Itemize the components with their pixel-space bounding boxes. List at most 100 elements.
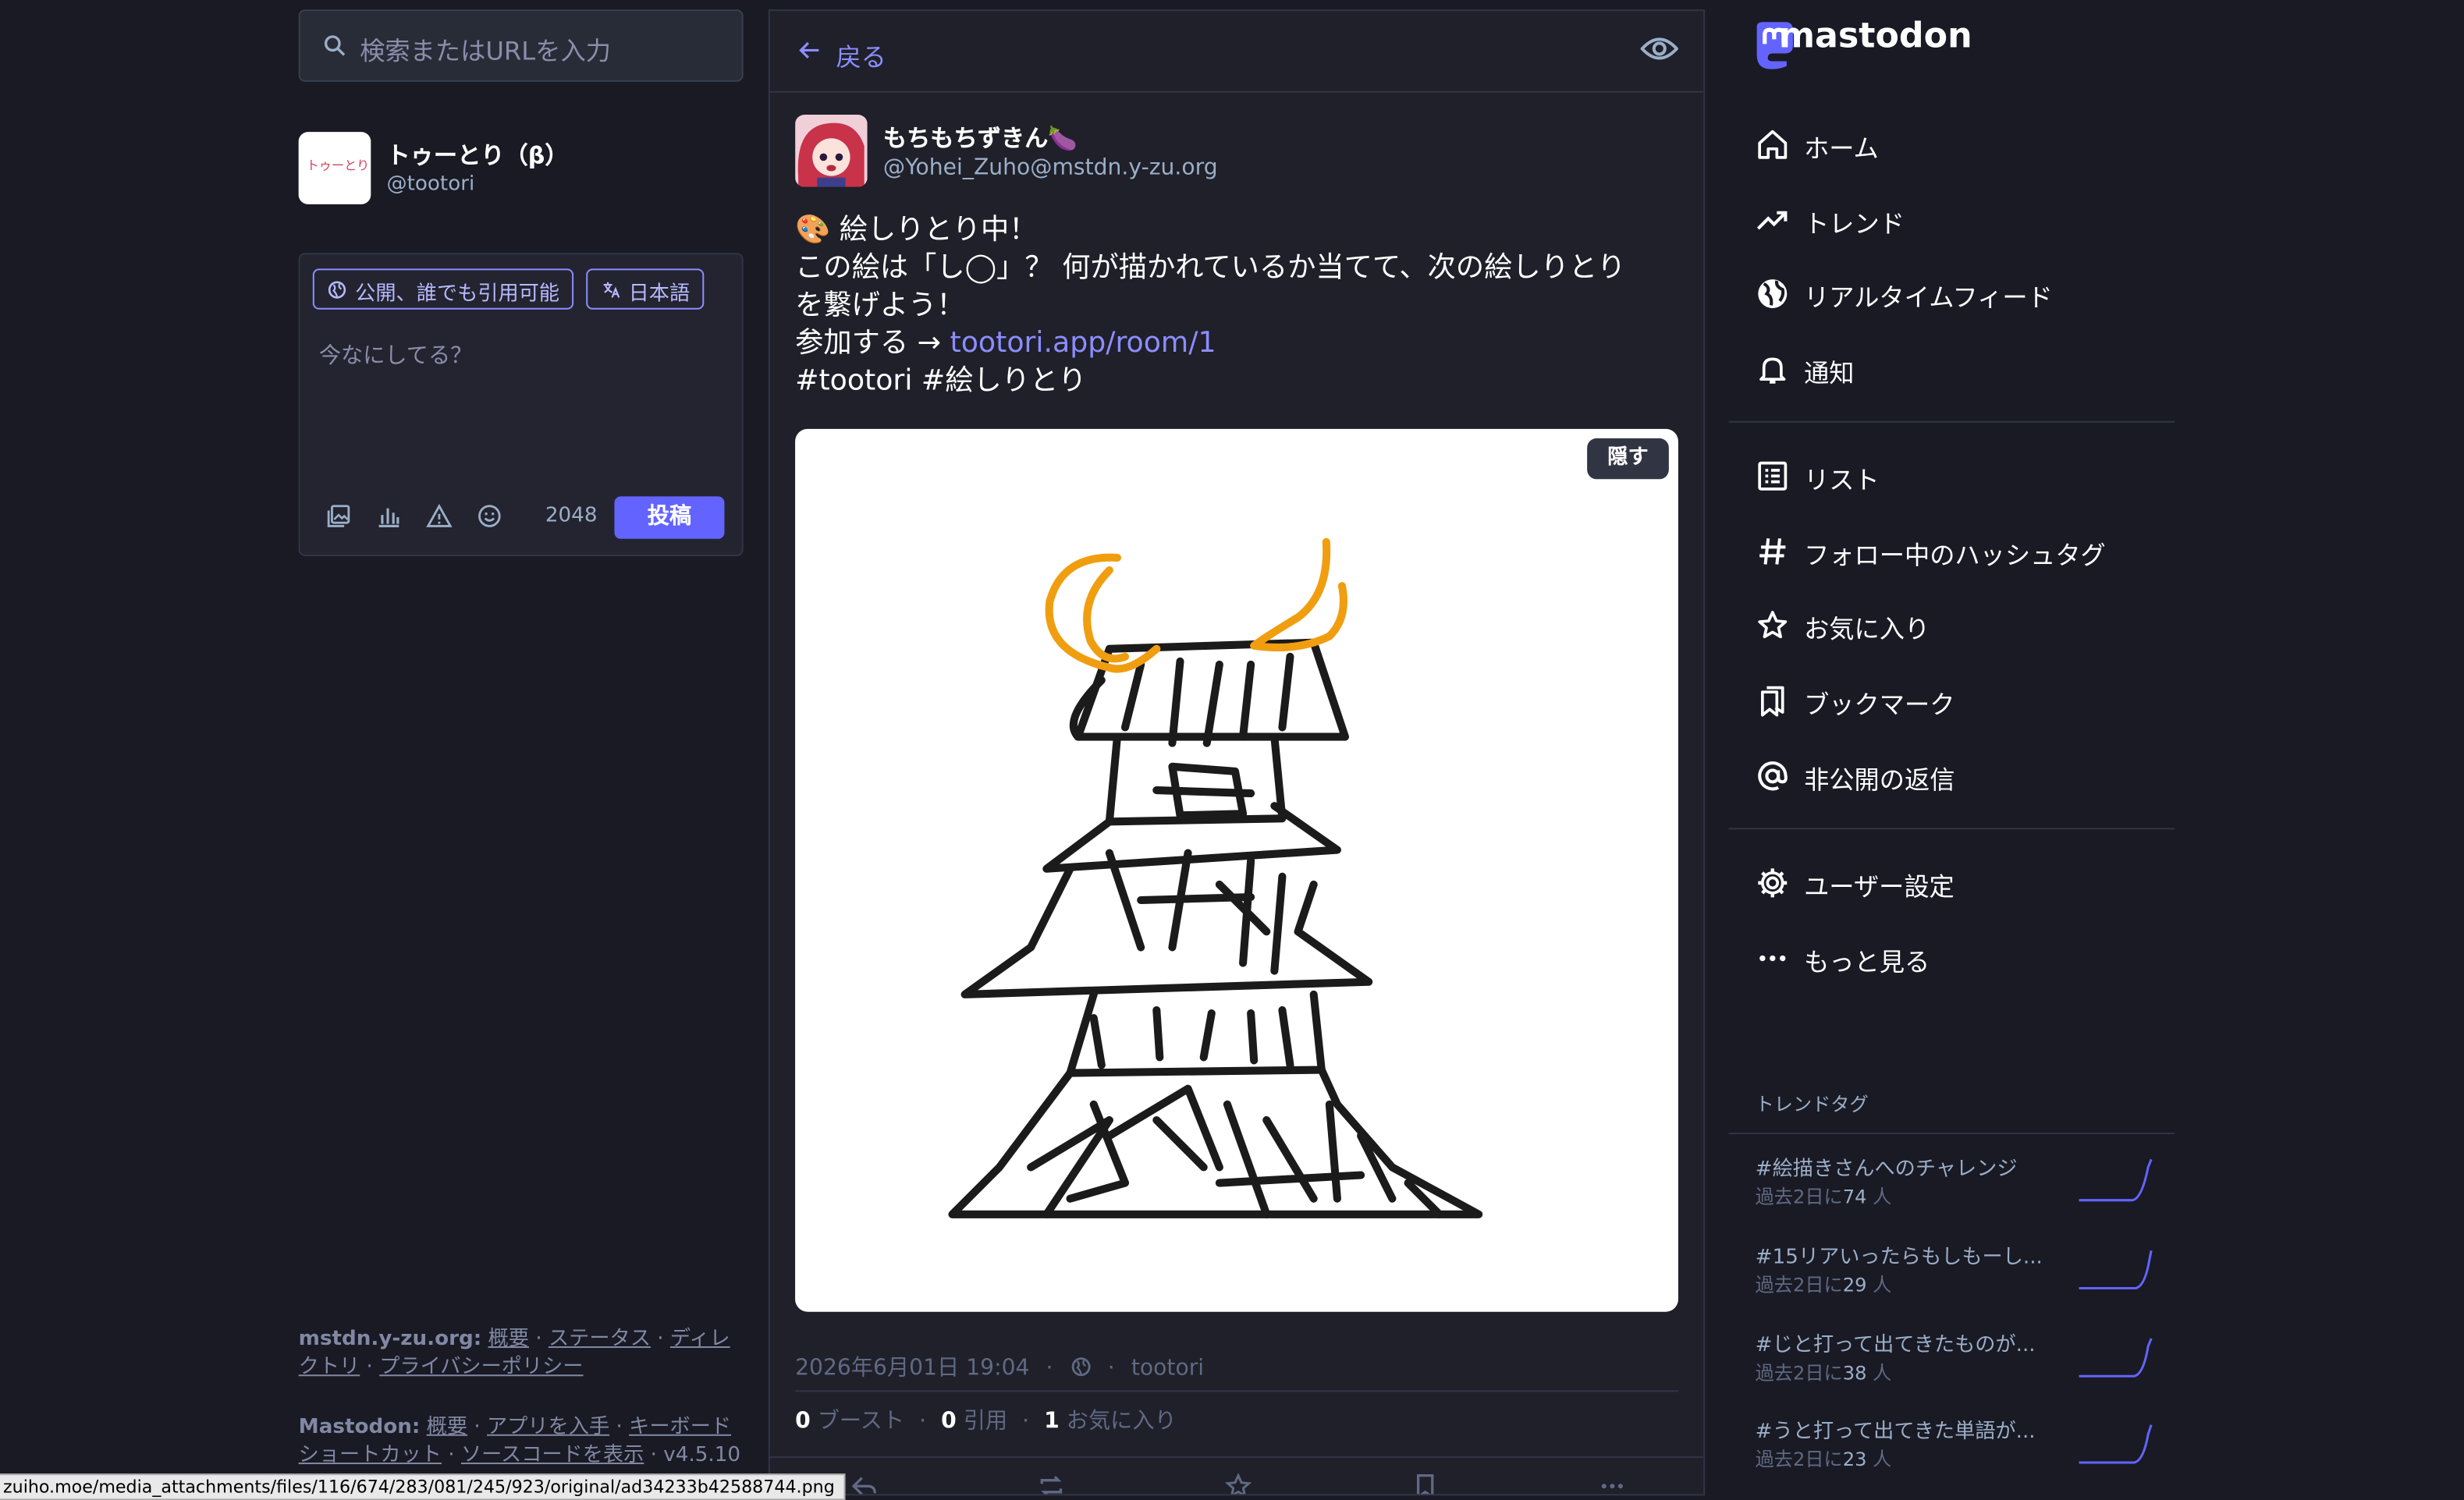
trend-sparkline	[2079, 1250, 2153, 1289]
server-status-link[interactable]: ステータス	[549, 1328, 651, 1351]
emoji-icon[interactable]	[476, 502, 502, 529]
trending-tag-name[interactable]: #うと打って出てきた単語が...	[1756, 1414, 2036, 1444]
author-handle[interactable]: @Yohei_Zuho@mstdn.y-zu.org	[883, 155, 1218, 180]
language-button[interactable]: 日本語	[586, 268, 705, 310]
star-icon[interactable]	[1223, 1472, 1254, 1495]
hashtag-line[interactable]: #tootori #絵しりとり	[795, 363, 1675, 400]
image-attach-icon[interactable]	[325, 502, 352, 529]
brand-wordmark[interactable]: mastodon	[1779, 17, 1972, 56]
nav-label: 非公開の返信	[1804, 764, 1955, 796]
hide-media-button[interactable]: 隠す	[1587, 438, 1669, 480]
author-display-name[interactable]: もちもちずきん🍆	[883, 121, 1078, 154]
boost-icon[interactable]	[1035, 1472, 1067, 1495]
trending-tag-item[interactable]: #じと打って出てきたものが... 過去2日に38 人	[1756, 1328, 2164, 1406]
author-avatar-image	[795, 115, 868, 187]
visibility-label: 公開、誰でも引用可能	[355, 282, 560, 307]
compose-form: 公開、誰でも引用可能 日本語 今なにしてる？ 2048 投稿	[298, 253, 744, 556]
content-line: この絵は「し◯」？ 何が描かれているか当てて、次の絵しりとり	[795, 251, 1626, 285]
divider	[1728, 828, 2175, 830]
account-avatar[interactable]: トゥーとり	[298, 132, 371, 204]
globe-icon	[328, 281, 346, 299]
mastodon-footer: Mastodon: 概要 · アプリを入手 · キーボードショートカット · ソ…	[298, 1415, 741, 1468]
trending-icon	[1756, 211, 1788, 230]
bookmark-icon[interactable]	[1410, 1472, 1441, 1495]
nav-label: ブックマーク	[1804, 690, 1955, 720]
source-code-link[interactable]: ソースコードを表示	[461, 1444, 644, 1467]
room-link[interactable]: tootori.app/room/1	[950, 327, 1216, 360]
trending-tag-usage: 過去2日に23 人	[1755, 1448, 1892, 1471]
nav-label: 通知	[1804, 358, 1855, 388]
arrow-left-icon[interactable]	[795, 37, 823, 62]
trending-tag-usage: 過去2日に29 人	[1755, 1274, 1892, 1296]
trending-tag-name[interactable]: #じと打って出てきたものが...	[1756, 1328, 2036, 1357]
boost-label[interactable]: ブースト	[818, 1410, 904, 1434]
author-avatar[interactable]	[795, 115, 868, 187]
compose-textarea[interactable]: 今なにしてる？	[319, 339, 473, 371]
trending-tag-name[interactable]: #絵描きさんへのチャレンジ	[1756, 1151, 2018, 1181]
join-prefix: 参加する →	[795, 326, 950, 360]
status-app[interactable]: tootori	[1131, 1356, 1204, 1381]
nav-preferences[interactable]: ユーザー設定	[1756, 860, 2164, 906]
mastodon-about-link[interactable]: 概要	[427, 1416, 467, 1439]
bookmark-icon	[1761, 686, 1784, 717]
trending-tag-name[interactable]: #15リアいったらもしもーし...	[1756, 1239, 2043, 1269]
nav-lists[interactable]: リスト	[1756, 452, 2164, 499]
nav-private-mentions[interactable]: 非公開の返信	[1756, 753, 2164, 800]
nav-more[interactable]: もっと見る	[1756, 934, 2164, 981]
hashtag-icon	[1759, 538, 1786, 565]
gear-icon	[1758, 868, 1788, 898]
trending-tag-item[interactable]: #15リアいったらもしもーし... 過去2日に29 人	[1756, 1239, 2164, 1318]
column-header: 戻る	[769, 11, 1704, 93]
nav-label: トレンド	[1804, 208, 1905, 239]
nav-label: ホーム	[1804, 133, 1879, 164]
back-button[interactable]: 戻る	[836, 36, 886, 73]
language-label: 日本語	[628, 282, 691, 307]
nav-favourites[interactable]: お気に入り	[1756, 601, 2164, 648]
trending-tags-heading: トレンドタグ	[1755, 1093, 1869, 1115]
list-icon	[1758, 461, 1788, 491]
quote-count: 0	[941, 1409, 957, 1434]
content-warning-icon[interactable]	[426, 502, 453, 529]
drawing-image	[948, 537, 1483, 1218]
trending-tag-item[interactable]: #絵描きさんへのチャレンジ 過去2日に74 人	[1756, 1151, 2164, 1230]
nav-home[interactable]: ホーム	[1756, 121, 2164, 168]
nav-label: ユーザー設定	[1804, 871, 1955, 902]
content-line: を繋げよう！	[795, 289, 965, 322]
more-icon	[1759, 955, 1786, 962]
privacy-policy-link[interactable]: プライバシーポリシー	[379, 1356, 583, 1379]
nav-trending[interactable]: トレンド	[1756, 197, 2164, 243]
search-input[interactable]: 検索またはURLを入力	[298, 9, 744, 82]
boost-count: 0	[795, 1409, 811, 1434]
nav-label: フォロー中のハッシュタグ	[1804, 540, 2106, 571]
trending-tag-usage: 過去2日に74 人	[1755, 1186, 1892, 1208]
visibility-button[interactable]: 公開、誰でも引用可能	[312, 268, 574, 310]
star-icon	[1758, 611, 1788, 639]
trending-tag-item[interactable]: #うと打って出てきた単語が... 過去2日に23 人	[1756, 1414, 2164, 1493]
join-line: 参加する → tootori.app/room/1	[795, 325, 1675, 363]
nav-followed-hashtags[interactable]: フォロー中のハッシュタグ	[1756, 528, 2164, 575]
account-display-name[interactable]: トゥーとり（β）	[386, 138, 568, 171]
quote-label[interactable]: 引用	[964, 1410, 1007, 1434]
nav-notifications[interactable]: 通知	[1756, 346, 2164, 392]
server-about-link[interactable]: 概要	[488, 1328, 529, 1351]
character-counter: 2048	[545, 504, 598, 528]
reply-icon[interactable]	[849, 1472, 880, 1495]
content-line: 🎨 絵しりとり中！	[795, 213, 1038, 247]
status-date[interactable]: 2026年6月01日 19:04	[795, 1356, 1029, 1381]
trend-sparkline	[2079, 1338, 2153, 1378]
eye-icon[interactable]	[1640, 33, 1678, 64]
more-icon[interactable]	[1596, 1472, 1628, 1495]
media-attachment[interactable]: 隠す	[795, 428, 1678, 1312]
translate-icon	[603, 282, 620, 298]
home-icon	[1758, 129, 1788, 159]
poll-icon[interactable]	[375, 502, 402, 529]
favourite-label[interactable]: お気に入り	[1067, 1410, 1177, 1434]
trending-tag-usage: 過去2日に38 人	[1755, 1362, 1892, 1385]
post-button[interactable]: 投稿	[614, 496, 725, 539]
nav-label: もっと見る	[1804, 947, 1930, 977]
nav-bookmarks[interactable]: ブックマーク	[1756, 677, 2164, 724]
get-app-link[interactable]: アプリを入手	[487, 1416, 609, 1439]
divider	[1728, 420, 2175, 423]
nav-live-feed[interactable]: リアルタイムフィード	[1756, 270, 2164, 317]
globe-icon	[1070, 1357, 1090, 1377]
